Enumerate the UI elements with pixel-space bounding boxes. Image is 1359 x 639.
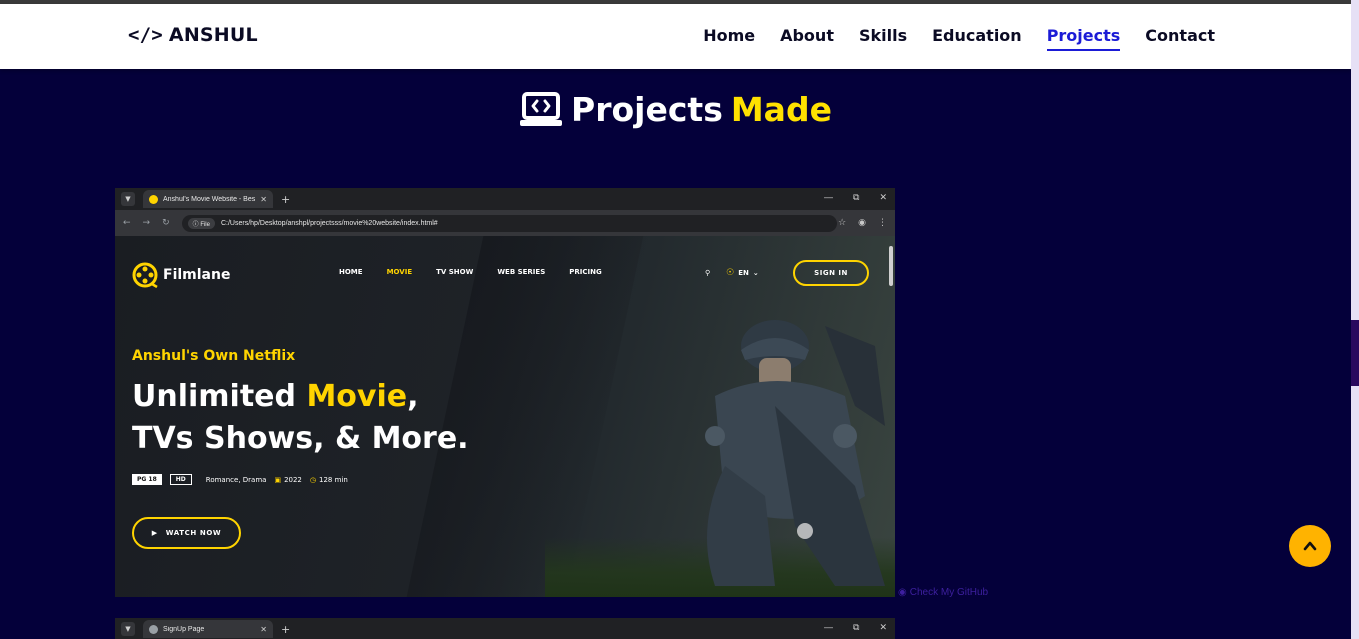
movie-site-preview: Filmlane HOME MOVIE TV SHOW WEB SERIES P… xyxy=(115,236,895,597)
soldier-image xyxy=(705,320,885,586)
filmlane-brand: Filmlane xyxy=(163,267,231,283)
scroll-to-top-button[interactable] xyxy=(1289,525,1331,567)
forward-icon: → xyxy=(142,218,151,228)
close-icon: ✕ xyxy=(879,622,887,632)
nav-link-contact[interactable]: Contact xyxy=(1145,26,1215,51)
watch-now-label: WATCH NOW xyxy=(165,529,222,537)
section-title-main: Projects xyxy=(571,90,723,129)
favicon-icon xyxy=(149,194,158,204)
file-chip-label: File xyxy=(200,221,210,228)
release-year-value: 2022 xyxy=(284,475,302,484)
reload-icon: ↻ xyxy=(162,218,170,228)
chevron-down-icon: ⌄ xyxy=(752,269,759,277)
language-select: ☉ EN ⌄ xyxy=(726,268,759,278)
tab-search-icon: ▼ xyxy=(121,622,135,636)
new-tab-icon: + xyxy=(281,192,291,206)
site-menu-tvshow: TV SHOW xyxy=(436,268,474,276)
github-link-label: Check My GitHub xyxy=(909,587,989,598)
quality-badge: HD xyxy=(169,474,192,485)
hero-title-highlight: Movie xyxy=(306,379,408,414)
site-menu-home: HOME xyxy=(339,268,363,276)
minimize-icon: — xyxy=(824,192,834,202)
restore-icon: ⧉ xyxy=(853,622,860,632)
url-text: C:/Users/hp/Desktop/anshpl/projectsss/mo… xyxy=(220,219,438,227)
genres: Romance, Drama xyxy=(205,475,267,484)
chevron-up-icon xyxy=(1303,541,1317,551)
globe-favicon-icon xyxy=(149,624,158,634)
page-scrollbar[interactable] xyxy=(1351,0,1359,639)
section-title-accent: Made xyxy=(730,90,832,129)
duration-value: 128 min xyxy=(319,475,348,484)
site-search-icon: ⚲ xyxy=(705,269,711,277)
nav-links: Home About Skills Education Projects Con… xyxy=(703,26,1215,51)
new-tab-icon: + xyxy=(281,622,291,636)
browser-nav-arrows: ← → ↻ xyxy=(123,218,170,228)
site-menu-webseries: WEB SERIES xyxy=(497,268,546,276)
github-icon: ◉ xyxy=(898,587,907,598)
back-icon: ← xyxy=(123,218,131,228)
hero-title-line2: TVs Shows, & More. xyxy=(132,421,469,456)
hero-title: Unlimited Movie, TVs Shows, & More. xyxy=(132,376,469,460)
duration: ◷ 128 min xyxy=(310,476,348,484)
profile-icon: ◉ xyxy=(858,218,866,228)
browser-tab: Anshul's Movie Website - Best ... ✕ xyxy=(143,190,273,208)
site-menu: HOME MOVIE TV SHOW WEB SERIES PRICING xyxy=(339,268,602,276)
watch-now-button: ▶ WATCH NOW xyxy=(132,517,241,549)
code-icon: </> xyxy=(128,24,163,46)
nav-link-education[interactable]: Education xyxy=(932,26,1022,51)
browser-tab-2: SignUp Page ✕ xyxy=(143,620,273,638)
tab-close-icon: ✕ xyxy=(260,194,267,204)
url-bar: ⓘ File C:/Users/hp/Desktop/anshpl/projec… xyxy=(181,214,837,232)
section-title: Projects Made xyxy=(0,90,1351,129)
more-icon: ⋮ xyxy=(878,218,887,228)
site-scrollbar xyxy=(889,246,893,286)
rating-badge: PG 18 xyxy=(132,474,162,485)
site-menu-pricing: PRICING xyxy=(569,268,602,276)
close-icon: ✕ xyxy=(879,192,887,202)
hero-kicker: Anshul's Own Netflix xyxy=(132,348,296,364)
tab-search-icon: ▼ xyxy=(121,192,135,206)
globe-icon: ☉ xyxy=(726,268,735,278)
clock-icon: ◷ xyxy=(309,475,316,484)
browser-tab-strip: ▼ Anshul's Movie Website - Best ... ✕ + … xyxy=(115,188,895,210)
film-reel-icon xyxy=(132,262,158,288)
star-icon: ☆ xyxy=(838,218,847,228)
play-icon: ▶ xyxy=(151,529,158,537)
hero-meta: PG 18 HD Romance, Drama ▣ 2022 ◷ 128 min xyxy=(132,474,348,485)
nav-link-skills[interactable]: Skills xyxy=(859,26,907,51)
minimize-icon: — xyxy=(824,622,834,632)
window-controls-2: — ⧉ ✕ xyxy=(824,622,887,633)
hero-title-part1: Unlimited xyxy=(132,379,307,414)
laptop-code-icon xyxy=(520,91,563,126)
project-screenshot-signup[interactable]: ▼ SignUp Page ✕ + — ⧉ ✕ xyxy=(115,618,895,639)
calendar-icon: ▣ xyxy=(274,475,282,484)
tab-title: Anshul's Movie Website - Best ... xyxy=(163,195,256,203)
hero-title-comma: , xyxy=(407,379,419,414)
restore-icon: ⧉ xyxy=(853,192,860,202)
nav-link-projects[interactable]: Projects xyxy=(1046,26,1121,51)
logo[interactable]: </> ANSHUL xyxy=(128,24,258,46)
browser-tab-strip-2: ▼ SignUp Page ✕ + — ⧉ ✕ xyxy=(115,618,895,639)
github-link[interactable]: ◉ Check My GitHub xyxy=(898,587,988,598)
site-tools: ⚲ ☉ EN ⌄ xyxy=(705,268,759,278)
language-label: EN xyxy=(738,269,749,277)
filmlane-logo: Filmlane xyxy=(132,262,230,288)
tab-close-icon: ✕ xyxy=(260,624,267,634)
nav-link-home[interactable]: Home xyxy=(703,26,755,51)
site-signin-button: SIGN IN xyxy=(793,260,869,286)
release-year: ▣ 2022 xyxy=(274,476,301,484)
browser-address-row: ← → ↻ ⓘ File C:/Users/hp/Desktop/anshpl/… xyxy=(115,210,895,236)
file-chip: ⓘ File xyxy=(187,217,215,229)
address-icons: ☆ ◉ ⋮ xyxy=(838,218,887,228)
logo-text: ANSHUL xyxy=(168,24,258,46)
window-controls: — ⧉ ✕ xyxy=(824,192,887,203)
project-screenshot-movie[interactable]: ▼ Anshul's Movie Website - Best ... ✕ + … xyxy=(115,188,895,597)
navbar: </> ANSHUL Home About Skills Education P… xyxy=(0,4,1351,69)
site-menu-movie: MOVIE xyxy=(386,268,413,276)
tab-title-2: SignUp Page xyxy=(163,625,205,633)
nav-link-about[interactable]: About xyxy=(780,26,834,51)
page-scrollbar-thumb[interactable] xyxy=(1351,320,1359,386)
